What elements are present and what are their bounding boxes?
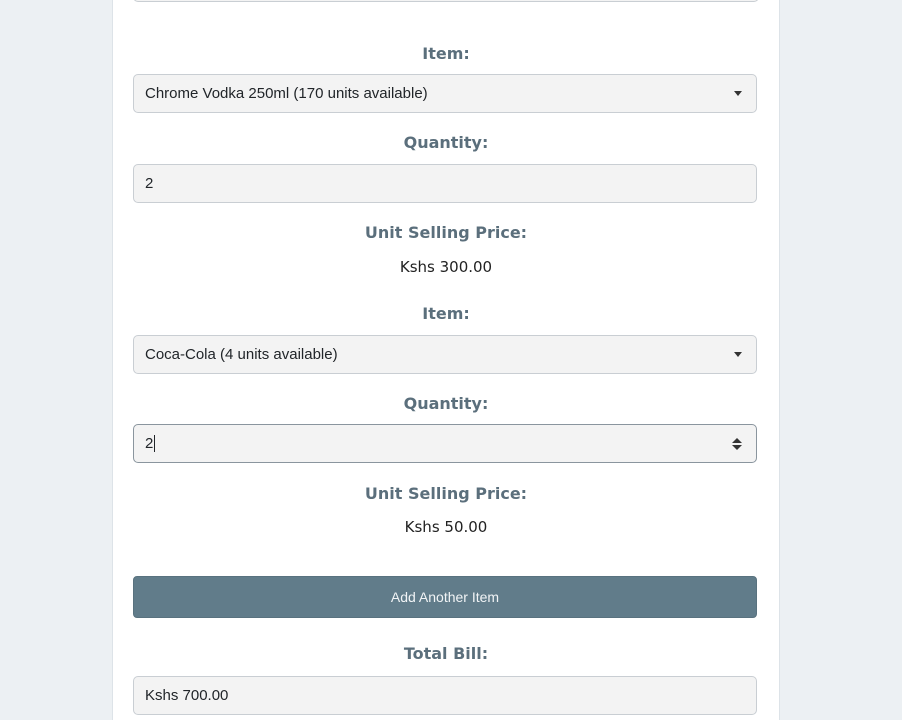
total-bill-field[interactable]: Kshs 700.00 xyxy=(133,676,757,715)
quantity-input-value: 2 xyxy=(145,434,154,452)
total-bill-value: Kshs 700.00 xyxy=(145,687,229,704)
total-bill-label: Total Bill: xyxy=(403,644,489,663)
item-select[interactable]: Coca-Cola (4 units available) xyxy=(133,335,757,374)
quantity-input[interactable]: 2 xyxy=(133,424,757,463)
quantity-input-value: 2 xyxy=(145,175,154,192)
item-select[interactable]: Chrome Vodka 250ml (170 units available) xyxy=(133,74,757,113)
text-cursor xyxy=(154,435,156,453)
item-select-value: Chrome Vodka 250ml (170 units available) xyxy=(145,85,428,102)
unit-price-value: Kshs 50.00 xyxy=(404,518,488,536)
spinner-up-icon[interactable] xyxy=(732,437,742,443)
caret-down-icon xyxy=(734,91,742,96)
previous-field-edge[interactable] xyxy=(133,0,759,2)
spinner-icon[interactable] xyxy=(732,437,742,450)
add-another-item-label: Add Another Item xyxy=(390,589,500,605)
quantity-input-content: 2 xyxy=(145,435,732,453)
unit-price-label: Unit Selling Price: xyxy=(364,223,528,242)
quantity-input[interactable]: 2 xyxy=(133,164,757,203)
sale-form-card: Item: Chrome Vodka 250ml (170 units avai… xyxy=(112,0,780,720)
caret-down-icon xyxy=(734,352,742,357)
add-another-item-button[interactable]: Add Another Item xyxy=(133,576,757,618)
spinner-down-icon[interactable] xyxy=(732,444,742,450)
unit-price-label: Unit Selling Price: xyxy=(364,484,528,503)
item-label: Item: xyxy=(422,44,470,63)
quantity-label: Quantity: xyxy=(403,394,489,413)
item-select-value: Coca-Cola (4 units available) xyxy=(145,346,338,363)
unit-price-value: Kshs 300.00 xyxy=(399,258,493,276)
quantity-label: Quantity: xyxy=(403,133,489,152)
item-label: Item: xyxy=(422,304,470,323)
